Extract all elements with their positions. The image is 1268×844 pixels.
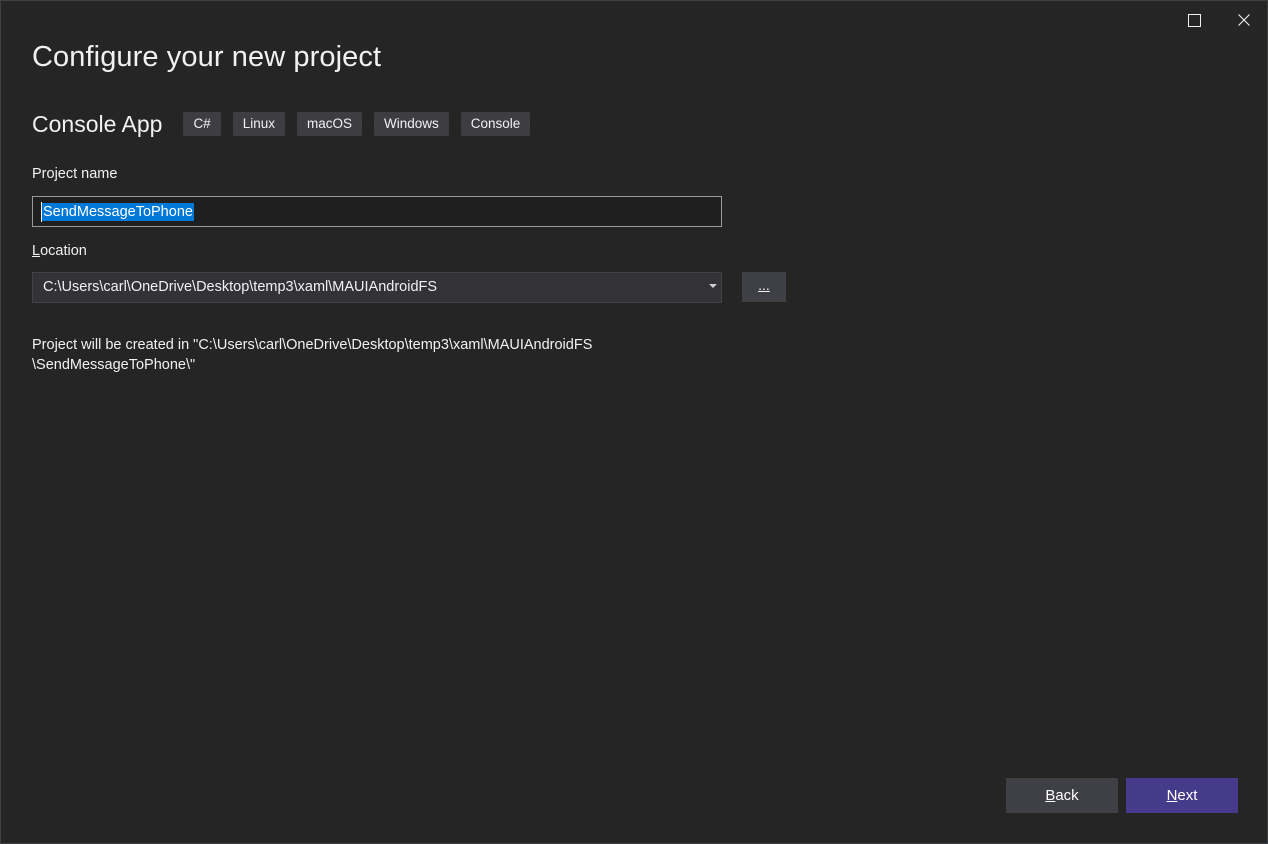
back-button-label: ack bbox=[1055, 787, 1079, 804]
maximize-button[interactable] bbox=[1170, 1, 1218, 39]
template-name: Console App bbox=[32, 110, 163, 137]
project-path-info: Project will be created in "C:\Users\car… bbox=[32, 335, 592, 375]
project-name-label: Project name bbox=[32, 166, 118, 182]
back-button[interactable]: Back bbox=[1006, 778, 1118, 813]
project-name-input[interactable]: SendMessageToPhone bbox=[32, 196, 722, 227]
close-button[interactable] bbox=[1220, 1, 1268, 39]
maximize-icon bbox=[1187, 13, 1201, 27]
location-label-text: ocation bbox=[40, 243, 87, 259]
tag-language: C# bbox=[183, 112, 221, 136]
tag-platform-linux: Linux bbox=[232, 112, 285, 136]
close-icon bbox=[1238, 14, 1250, 26]
page-title: Configure your new project bbox=[32, 41, 382, 73]
chevron-down-icon[interactable] bbox=[709, 284, 717, 288]
project-path-line-2: \SendMessageToPhone\" bbox=[32, 357, 196, 373]
location-label: Location bbox=[32, 243, 87, 259]
browse-button-label: ... bbox=[758, 277, 770, 293]
project-name-value: SendMessageToPhone bbox=[42, 203, 194, 221]
next-button-label: ext bbox=[1177, 787, 1198, 804]
dialog-window: Configure your new project Console App C… bbox=[0, 0, 1268, 844]
location-combobox[interactable]: C:\Users\carl\OneDrive\Desktop\temp3\xam… bbox=[32, 272, 722, 303]
project-path-line-1: Project will be created in "C:\Users\car… bbox=[32, 337, 593, 353]
location-label-access-key: L bbox=[32, 243, 41, 259]
next-button[interactable]: Next bbox=[1126, 778, 1238, 813]
back-button-access-key: B bbox=[1045, 787, 1056, 804]
template-header: Console App C# Linux macOS Windows Conso… bbox=[32, 110, 542, 138]
tag-project-type: Console bbox=[460, 112, 531, 136]
tag-platform-windows: Windows bbox=[374, 112, 449, 136]
next-button-access-key: N bbox=[1166, 787, 1178, 804]
location-value: C:\Users\carl\OneDrive\Desktop\temp3\xam… bbox=[43, 279, 438, 295]
tag-platform-macos: macOS bbox=[296, 112, 362, 136]
browse-location-button[interactable]: ... bbox=[742, 272, 786, 302]
